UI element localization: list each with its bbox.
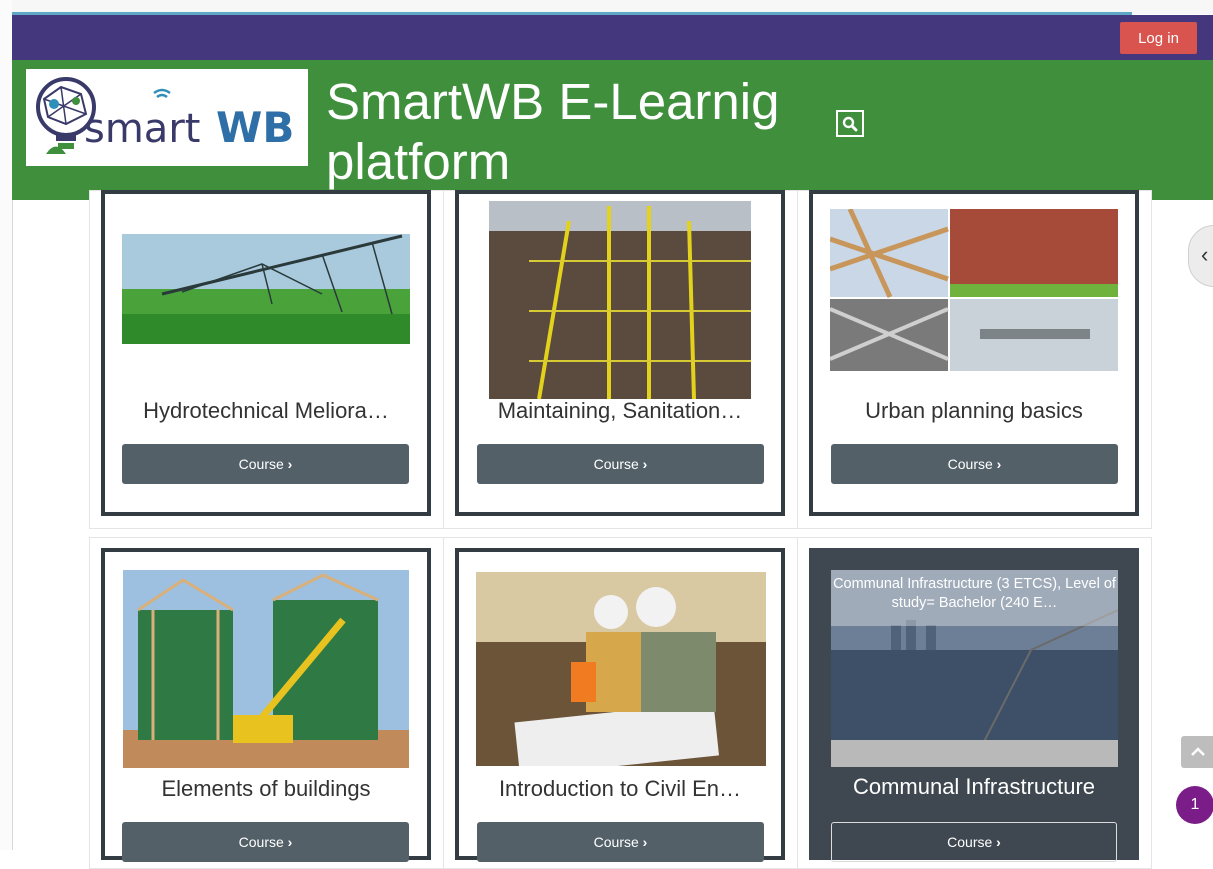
- chevron-right-icon: ›: [996, 834, 1001, 850]
- chevron-right-icon: ›: [287, 834, 293, 850]
- course-image[interactable]: [123, 570, 409, 768]
- course-title[interactable]: Introduction to Civil En…: [459, 776, 781, 802]
- course-button[interactable]: Course ›: [477, 444, 764, 484]
- course-card-3[interactable]: Urban planning basics Course ›: [809, 190, 1139, 516]
- course-card-4[interactable]: Elements of buildings Course ›: [101, 548, 431, 862]
- chevron-right-icon: ›: [642, 834, 648, 850]
- login-button[interactable]: Log in: [1120, 22, 1197, 54]
- course-grid: Hydrotechnical Meliora… Course › Maintai…: [12, 190, 1213, 869]
- course-title[interactable]: Communal Infrastructure: [809, 774, 1139, 800]
- course-title[interactable]: Hydrotechnical Meliora…: [105, 398, 427, 424]
- course-title[interactable]: Urban planning basics: [813, 398, 1135, 424]
- scroll-to-top-button[interactable]: [1181, 736, 1213, 768]
- site-title[interactable]: SmartWB E-Learnig platform: [326, 72, 826, 192]
- chevron-left-icon: ‹: [1201, 242, 1209, 267]
- top-navbar: Log in: [12, 15, 1213, 60]
- chevron-right-icon: ›: [996, 456, 1002, 472]
- course-image[interactable]: Communal Infrastructure (3 ETCS), Level …: [831, 570, 1118, 767]
- chevron-right-icon: ›: [642, 456, 648, 472]
- course-card-5[interactable]: Introduction to Civil En… Course ›: [455, 548, 785, 862]
- search-icon[interactable]: [836, 110, 864, 137]
- top-strip: [12, 0, 1213, 15]
- course-image[interactable]: [122, 234, 410, 344]
- course-card-1[interactable]: Hydrotechnical Meliora… Course ›: [101, 190, 431, 516]
- chevron-up-icon: [1191, 747, 1205, 756]
- course-button[interactable]: Course ›: [831, 444, 1118, 484]
- site-header: smart WB SmartWB E-Learnig platform: [12, 60, 1213, 200]
- course-button[interactable]: Course ›: [122, 822, 409, 862]
- logo-graphic: smart WB: [36, 77, 294, 154]
- course-card-6[interactable]: Communal Infrastructure (3 ETCS), Level …: [809, 548, 1139, 862]
- course-image[interactable]: [489, 201, 751, 399]
- notification-badge[interactable]: 1: [1176, 786, 1213, 824]
- chevron-right-icon: ›: [287, 456, 293, 472]
- site-logo[interactable]: smart WB: [26, 69, 308, 166]
- course-title[interactable]: Elements of buildings: [105, 776, 427, 802]
- course-title[interactable]: Maintaining, Sanitation…: [459, 398, 781, 424]
- course-button[interactable]: Course ›: [122, 444, 409, 484]
- logo-wb-text: WB: [216, 103, 294, 152]
- course-summary-overlay: Communal Infrastructure (3 ETCS), Level …: [831, 570, 1118, 626]
- logo-smart-text: smart: [84, 106, 200, 152]
- course-button[interactable]: Course ›: [831, 822, 1117, 862]
- course-card-2[interactable]: Maintaining, Sanitation… Course ›: [455, 190, 785, 516]
- course-image[interactable]: [830, 209, 1118, 371]
- course-image[interactable]: [476, 572, 766, 766]
- course-button[interactable]: Course ›: [477, 822, 764, 862]
